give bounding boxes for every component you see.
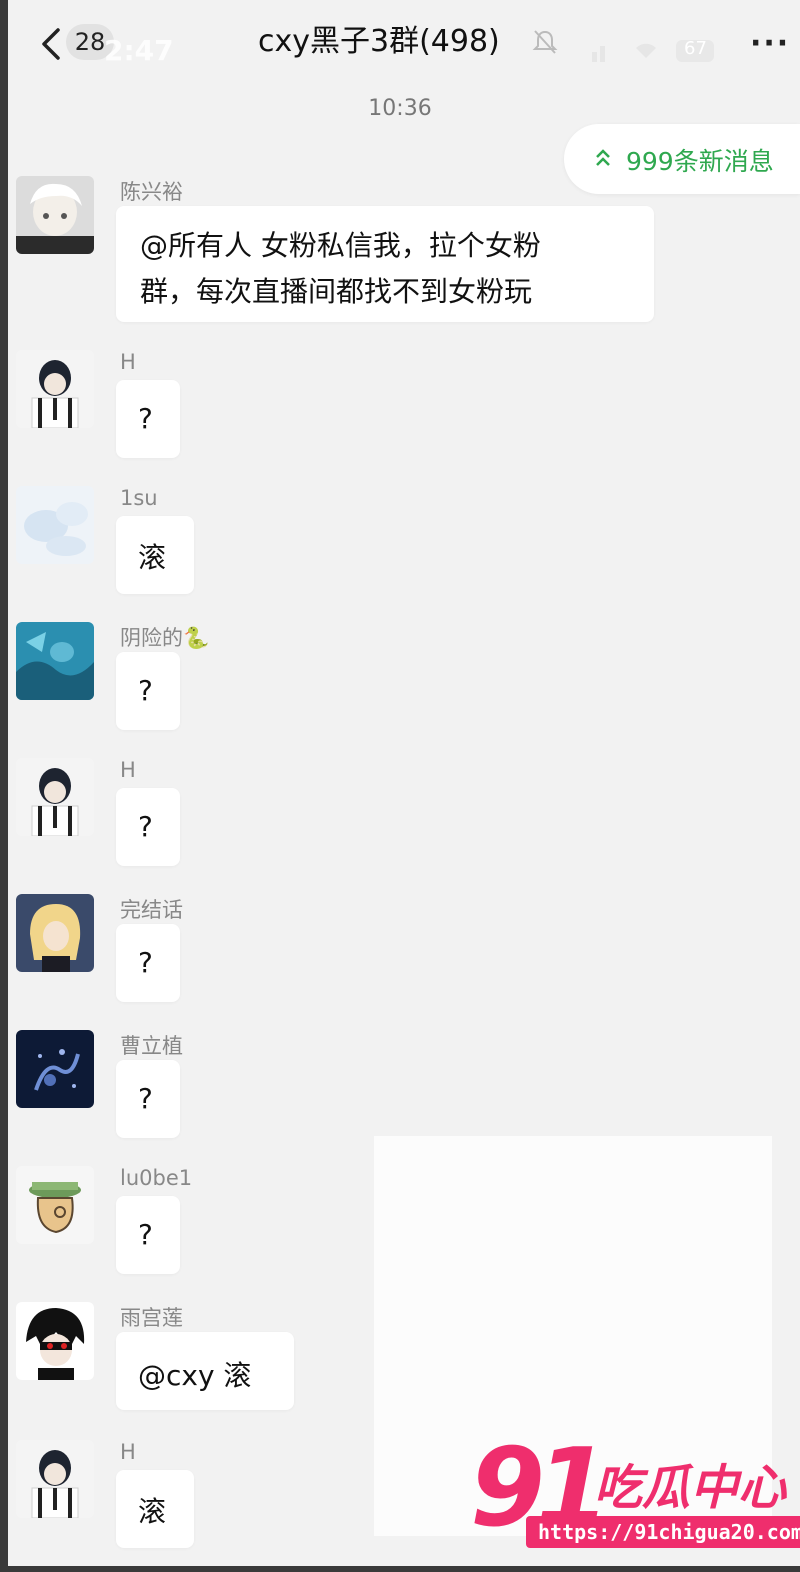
avatar[interactable] xyxy=(16,758,94,836)
avatar[interactable] xyxy=(16,1030,94,1108)
message-bubble[interactable]: ? xyxy=(116,652,180,730)
avatar[interactable] xyxy=(16,894,94,972)
sender-name: 阴险的🐍 xyxy=(120,626,210,650)
sender-name: lu0be1 xyxy=(120,1166,193,1190)
watermark-brand: 吃瓜中心 xyxy=(594,1460,787,1516)
message-text: @cxy 滚 xyxy=(138,1359,252,1392)
sender-name: 完结话 xyxy=(120,898,183,922)
double-chevron-up-icon xyxy=(596,149,610,166)
message-text: ? xyxy=(138,402,153,435)
sender-name: H xyxy=(120,758,136,782)
sender-name: H xyxy=(120,1440,136,1464)
chat-header: 28 2:47 cxy黑子3群(498) 67 ··· xyxy=(8,0,800,90)
more-options-button[interactable]: ··· xyxy=(750,26,790,61)
sender-name: 雨宫莲 xyxy=(120,1306,183,1330)
message-bubble[interactable]: ? xyxy=(116,1196,180,1274)
screen-frame-bottom xyxy=(0,1566,800,1572)
muted-bell-icon xyxy=(532,28,558,56)
new-messages-pill[interactable]: 999条新消息 xyxy=(564,124,800,194)
battery-level: 67 xyxy=(684,38,707,59)
avatar[interactable] xyxy=(16,1440,94,1518)
watermark-url: https://91chigua20.com xyxy=(526,1516,800,1548)
sender-name: 曹立植 xyxy=(120,1034,183,1058)
screen-frame-left xyxy=(0,0,8,1572)
message-bubble[interactable]: @cxy 滚 xyxy=(116,1332,294,1410)
avatar[interactable] xyxy=(16,1166,94,1244)
message-text: 滚 xyxy=(138,541,167,574)
sender-name: 1su xyxy=(120,486,158,510)
new-messages-label: 999条新消息 xyxy=(626,147,774,176)
message-timestamp: 10:36 xyxy=(368,96,432,121)
avatar[interactable] xyxy=(16,622,94,700)
message-bubble[interactable]: ? xyxy=(116,924,180,1002)
message-bubble[interactable]: @所有人 女粉私信我，拉个女粉 群，每次直播间都找不到女粉玩 xyxy=(116,206,654,322)
sender-name: H xyxy=(120,350,136,374)
message-bubble[interactable]: ? xyxy=(116,788,180,866)
message-text: ? xyxy=(138,946,153,979)
message-text-line: 群，每次直播间都找不到女粉玩 xyxy=(140,275,533,308)
message-text: ? xyxy=(138,1082,153,1115)
avatar[interactable] xyxy=(16,486,94,564)
message-text-line: @所有人 女粉私信我，拉个女粉 xyxy=(140,229,541,262)
message-text: ? xyxy=(138,1218,153,1251)
message-text: ? xyxy=(138,810,153,843)
sender-name: 陈兴裕 xyxy=(120,180,183,204)
watermark-logo: 91 吃瓜中心 https://91chigua20.com xyxy=(470,1426,800,1572)
message-text: ? xyxy=(138,674,153,707)
message-bubble[interactable]: 滚 xyxy=(116,1470,194,1548)
status-bar-icons: 67 xyxy=(588,38,718,64)
avatar[interactable] xyxy=(16,176,94,254)
message-bubble[interactable]: ? xyxy=(116,1060,180,1138)
message-text: 滚 xyxy=(138,1495,167,1528)
status-bar-time: 2:47 xyxy=(104,34,174,67)
avatar[interactable] xyxy=(16,350,94,428)
avatar[interactable] xyxy=(16,1302,94,1380)
message-bubble[interactable]: 滚 xyxy=(116,516,194,594)
message-bubble[interactable]: ? xyxy=(116,380,180,458)
group-title[interactable]: cxy黑子3群(498) xyxy=(258,22,500,62)
